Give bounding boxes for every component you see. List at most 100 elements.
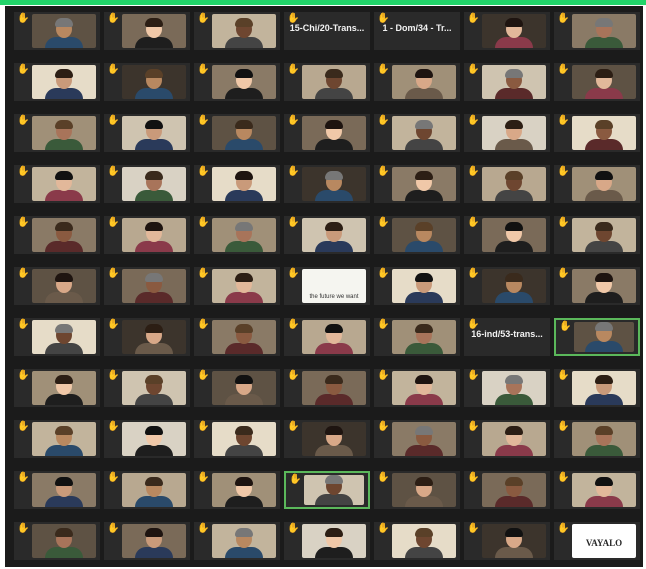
participant-tile[interactable]: ✋	[104, 522, 190, 560]
participant-tile[interactable]: ✋	[284, 165, 370, 203]
participant-tile[interactable]: ✋	[464, 471, 550, 509]
participant-tile[interactable]: ✋	[554, 216, 640, 254]
participant-avatar	[131, 273, 177, 303]
participant-tile[interactable]: ✋	[374, 114, 460, 152]
participant-tile[interactable]: ✋	[194, 114, 280, 152]
participant-tile[interactable]: ✋	[194, 63, 280, 101]
participant-tile[interactable]: ✋	[464, 369, 550, 407]
participant-tile[interactable]: ✋	[284, 318, 370, 356]
participant-tile[interactable]: ✋	[14, 216, 100, 254]
participant-tile[interactable]: ✋	[374, 522, 460, 560]
participant-tile[interactable]: ✋	[554, 165, 640, 203]
participant-tile[interactable]: ✋	[374, 267, 460, 305]
participant-tile[interactable]: ✋	[554, 471, 640, 509]
raised-hand-icon: ✋	[197, 115, 210, 126]
participant-tile[interactable]: ✋	[374, 63, 460, 101]
participant-tile[interactable]: ✋	[554, 63, 640, 101]
raised-hand-icon: ✋	[107, 370, 120, 381]
participant-tile[interactable]: ✋	[104, 216, 190, 254]
participant-tile[interactable]: ✋	[194, 12, 280, 50]
participant-tile[interactable]: ✋	[104, 63, 190, 101]
participant-avatar	[491, 273, 537, 303]
participant-avatar	[131, 375, 177, 405]
participant-tile[interactable]: ✋	[14, 522, 100, 560]
participant-tile[interactable]: ✋	[464, 165, 550, 203]
participant-tile[interactable]: ✋	[554, 420, 640, 458]
participant-tile[interactable]: ✋	[14, 114, 100, 152]
participant-tile[interactable]: ✋	[14, 267, 100, 305]
raised-hand-icon: ✋	[17, 421, 30, 432]
participant-tile[interactable]: ✋	[464, 267, 550, 305]
participant-tile[interactable]: ✋	[194, 318, 280, 356]
participant-tile[interactable]: ✋	[194, 267, 280, 305]
participant-tile[interactable]: ✋	[374, 369, 460, 407]
participant-tile[interactable]: ✋	[464, 522, 550, 560]
participant-avatar	[41, 324, 87, 354]
participant-tile[interactable]: ✋ VAYALO	[554, 522, 640, 560]
participant-tile[interactable]: ✋	[554, 369, 640, 407]
participant-tile[interactable]: ✋	[284, 369, 370, 407]
raised-hand-icon: ✋	[197, 370, 210, 381]
raised-hand-icon: ✋	[467, 370, 480, 381]
participant-tile[interactable]: ✋	[14, 471, 100, 509]
participant-tile[interactable]: ✋	[554, 318, 640, 356]
participant-tile[interactable]: ✋	[554, 12, 640, 50]
participant-tile[interactable]: ✋	[284, 420, 370, 458]
participant-tile[interactable]: ✋	[374, 165, 460, 203]
participant-tile[interactable]: ✋	[104, 369, 190, 407]
participant-video	[32, 524, 96, 558]
participant-tile[interactable]: ✋	[104, 267, 190, 305]
participant-tile[interactable]: ✋	[104, 318, 190, 356]
participant-avatar	[41, 69, 87, 99]
participant-tile[interactable]: ✋	[104, 420, 190, 458]
participant-tile[interactable]: ✋ 1 - Dom/34 - Tr...	[374, 12, 460, 50]
participant-tile[interactable]: ✋	[194, 471, 280, 509]
participant-tile[interactable]: ✋	[194, 420, 280, 458]
participant-tile[interactable]: ✋	[374, 216, 460, 254]
participant-tile[interactable]: ✋	[104, 114, 190, 152]
participant-tile[interactable]: ✋	[194, 522, 280, 560]
participant-tile[interactable]: ✋	[104, 471, 190, 509]
participant-tile[interactable]: ✋	[194, 216, 280, 254]
participant-avatar	[401, 69, 447, 99]
participant-tile[interactable]: ✋	[374, 318, 460, 356]
participant-tile[interactable]: ✋	[104, 12, 190, 50]
participant-tile[interactable]: ✋	[14, 318, 100, 356]
participant-tile[interactable]: ✋	[374, 471, 460, 509]
participant-tile[interactable]: ✋	[464, 420, 550, 458]
participant-tile[interactable]: ✋	[284, 114, 370, 152]
participant-tile[interactable]: ✋	[464, 63, 550, 101]
participant-tile[interactable]: ✋	[194, 369, 280, 407]
participant-video	[212, 422, 276, 456]
participant-tile[interactable]: ✋	[464, 114, 550, 152]
participant-tile[interactable]: ✋	[14, 12, 100, 50]
participant-tile[interactable]: ✋	[14, 63, 100, 101]
participant-avatar	[221, 375, 267, 405]
participant-tile[interactable]: ✋	[284, 63, 370, 101]
video-gallery: ✋ ✋ ✋ ✋ 15-Chi/20-Trans... ✋ 1 - Dom/34 - Tr..…	[5, 6, 643, 567]
participant-tile[interactable]: ✋	[14, 165, 100, 203]
participant-tile[interactable]: ✋ 16-ind/53-trans...	[464, 318, 550, 356]
participant-tile[interactable]: ✋ the future we want	[284, 267, 370, 305]
participant-tile[interactable]: ✋	[554, 114, 640, 152]
participant-video: the future we want	[302, 269, 366, 303]
participant-tile[interactable]: ✋	[284, 471, 370, 509]
raised-hand-icon: ✋	[287, 217, 300, 228]
participant-tile[interactable]: ✋	[14, 369, 100, 407]
participant-tile[interactable]: ✋	[194, 165, 280, 203]
participant-tile[interactable]: ✋	[284, 216, 370, 254]
participant-tile[interactable]: ✋	[464, 12, 550, 50]
participant-tile[interactable]: ✋	[104, 165, 190, 203]
raised-hand-icon: ✋	[467, 268, 480, 279]
participant-tile[interactable]: ✋ 15-Chi/20-Trans...	[284, 12, 370, 50]
participant-tile[interactable]: ✋	[14, 420, 100, 458]
participant-tile[interactable]: ✋	[554, 267, 640, 305]
participant-avatar	[131, 222, 177, 252]
participant-tile[interactable]: ✋	[374, 420, 460, 458]
participant-avatar	[221, 69, 267, 99]
raised-hand-icon: ✋	[559, 321, 572, 332]
participant-avatar	[581, 426, 627, 456]
participant-tile[interactable]: ✋	[284, 522, 370, 560]
participant-tile[interactable]: ✋	[464, 216, 550, 254]
participant-video	[122, 65, 186, 99]
